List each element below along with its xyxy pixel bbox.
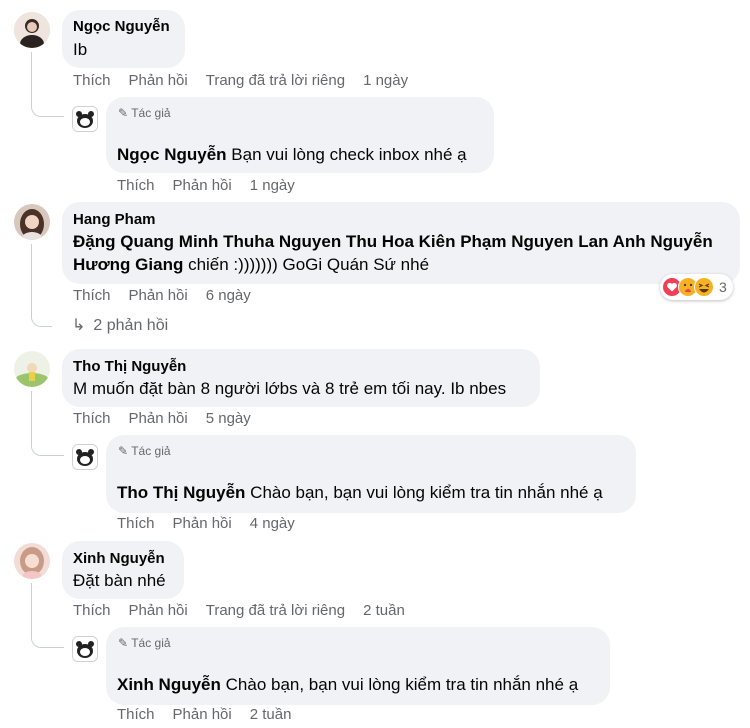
- reply-button[interactable]: Phản hồi: [129, 410, 188, 427]
- reply-body: Chào bạn, bạn vui lòng kiểm tra tin nhắn…: [220, 675, 579, 694]
- reply-text: Ngọc Nguyễn Bạn vui lòng check inbox nhé…: [117, 143, 467, 167]
- reply-arrow-icon: ↳: [72, 317, 86, 334]
- reaction-count: 3: [719, 279, 727, 295]
- avatar-photo-icon: [14, 543, 50, 579]
- comment-actions: Thích Phản hồi Trang đã trả lời riêng 2 tuầ…: [73, 602, 423, 619]
- like-button[interactable]: Thích: [73, 602, 111, 619]
- comment-text-line-2: Hương Giang chiến :))))))) GoGi Quán Sứ …: [73, 253, 429, 277]
- page-avatar[interactable]: [72, 106, 98, 132]
- like-button[interactable]: Thích: [117, 177, 155, 194]
- avatar-photo-icon: [14, 351, 50, 387]
- comment-bubble: Hang Pham Đặng Quang Minh Thuha Nguyen T…: [62, 202, 740, 284]
- comment-text: Ib: [73, 40, 88, 59]
- haha-reaction-icon: [694, 277, 714, 297]
- like-button[interactable]: Thích: [117, 706, 155, 723]
- comment-author[interactable]: Tho Thị Nguyễn: [73, 358, 186, 375]
- thread-line: [31, 244, 52, 327]
- comment-actions: Thích Phản hồi 5 ngày: [73, 410, 269, 427]
- reaction-summary[interactable]: 3: [660, 274, 733, 300]
- avatar[interactable]: [14, 12, 50, 48]
- comment-author[interactable]: Xinh Nguyễn: [73, 550, 165, 567]
- like-button[interactable]: Thích: [117, 515, 155, 532]
- reply-body: Chào bạn, bạn vui lòng kiểm tra tin nhắn…: [245, 483, 603, 502]
- page-avatar[interactable]: [72, 444, 98, 470]
- pencil-icon: ✎: [118, 636, 129, 650]
- reply-mention[interactable]: Xinh Nguyễn: [117, 675, 221, 694]
- reply-button[interactable]: Phản hồi: [129, 72, 188, 89]
- reply-button[interactable]: Phản hồi: [129, 602, 188, 619]
- thread-line: [31, 52, 64, 117]
- reply-button[interactable]: Phản hồi: [173, 515, 232, 532]
- author-tag-label: Tác giả: [131, 106, 171, 120]
- reply-button[interactable]: Phản hồi: [129, 287, 188, 304]
- mentions[interactable]: Đặng Quang Minh Thuha Nguyen Thu Hoa Kiê…: [73, 232, 713, 251]
- view-replies-link[interactable]: ↳ 2 phản hồi: [72, 315, 168, 335]
- comment-author[interactable]: Hang Pham: [73, 211, 156, 228]
- reply-button[interactable]: Phản hồi: [173, 177, 232, 194]
- timestamp[interactable]: 2 tuần: [250, 706, 292, 723]
- avatar[interactable]: [14, 204, 50, 240]
- author-tag-label: Tác giả: [131, 636, 171, 650]
- page-avatar[interactable]: [72, 636, 98, 662]
- comment-bubble: Xinh Nguyễn Đặt bàn nhé: [62, 541, 184, 599]
- like-button[interactable]: Thích: [73, 287, 111, 304]
- private-reply-note: Trang đã trả lời riêng: [205, 72, 346, 89]
- pencil-icon: ✎: [118, 106, 129, 120]
- like-button[interactable]: Thích: [73, 72, 111, 89]
- page-logo-icon: [73, 445, 97, 469]
- comment-bubble: Ngọc Nguyễn Ib: [62, 10, 185, 68]
- pencil-icon: ✎: [118, 444, 129, 458]
- reply-actions: Thích Phản hồi 2 tuần: [117, 706, 309, 723]
- reply-mention[interactable]: Tho Thị Nguyễn: [117, 483, 245, 502]
- avatar[interactable]: [14, 351, 50, 387]
- timestamp[interactable]: 4 ngày: [250, 515, 295, 532]
- reply-text: Tho Thị Nguyễn Chào bạn, bạn vui lòng ki…: [117, 481, 603, 505]
- comment-author[interactable]: Ngọc Nguyễn: [73, 18, 170, 35]
- reply-bubble: ✎ Tác giả Ngọc Nguyễn Bạn vui lòng check…: [106, 97, 494, 173]
- comment-actions: Thích Phản hồi 6 ngày: [73, 287, 269, 304]
- reply-actions: Thích Phản hồi 1 ngày: [117, 177, 313, 194]
- reply-button[interactable]: Phản hồi: [173, 706, 232, 723]
- private-reply-note: Trang đã trả lời riêng: [205, 602, 346, 619]
- timestamp[interactable]: 1 ngày: [250, 177, 295, 194]
- comment-text: Đặt bàn nhé: [73, 571, 166, 590]
- comment-actions: Thích Phản hồi Trang đã trả lời riêng 1 ngà…: [73, 72, 426, 89]
- comment-text-line-1: Đặng Quang Minh Thuha Nguyen Thu Hoa Kiê…: [73, 230, 713, 254]
- author-tag: ✎ Tác giả: [118, 636, 171, 650]
- reply-mention[interactable]: Ngọc Nguyễn: [117, 145, 227, 164]
- reply-text: Xinh Nguyễn Chào bạn, bạn vui lòng kiểm …: [117, 673, 578, 697]
- page-logo-icon: [73, 107, 97, 131]
- reply-body: Bạn vui lòng check inbox nhé ạ: [231, 145, 467, 164]
- author-tag-label: Tác giả: [131, 444, 171, 458]
- thread-line: [31, 391, 64, 456]
- avatar[interactable]: [14, 543, 50, 579]
- mention[interactable]: Hương Giang: [73, 255, 183, 274]
- timestamp[interactable]: 1 ngày: [363, 72, 408, 89]
- avatar-photo-icon: [14, 204, 50, 240]
- comment-text: M muốn đặt bàn 8 người lớbs và 8 trẻ em …: [73, 379, 507, 398]
- replies-count-label: 2 phản hồi: [93, 317, 169, 334]
- timestamp[interactable]: 2 tuần: [363, 602, 405, 619]
- timestamp[interactable]: 6 ngày: [206, 287, 251, 304]
- author-tag: ✎ Tác giả: [118, 444, 171, 458]
- timestamp[interactable]: 5 ngày: [206, 410, 251, 427]
- avatar-photo-icon: [14, 12, 50, 48]
- like-button[interactable]: Thích: [73, 410, 111, 427]
- reply-bubble: ✎ Tác giả Xinh Nguyễn Chào bạn, bạn vui …: [106, 627, 610, 705]
- reply-bubble: ✎ Tác giả Tho Thị Nguyễn Chào bạn, bạn v…: [106, 435, 636, 513]
- reply-actions: Thích Phản hồi 4 ngày: [117, 515, 313, 532]
- author-tag: ✎ Tác giả: [118, 106, 171, 120]
- comment-bubble: Tho Thị Nguyễn M muốn đặt bàn 8 người lớ…: [62, 349, 540, 407]
- page-logo-icon: [73, 637, 97, 661]
- comment-body: chiến :))))))) GoGi Quán Sứ nhé: [183, 255, 430, 274]
- thread-line: [31, 583, 64, 648]
